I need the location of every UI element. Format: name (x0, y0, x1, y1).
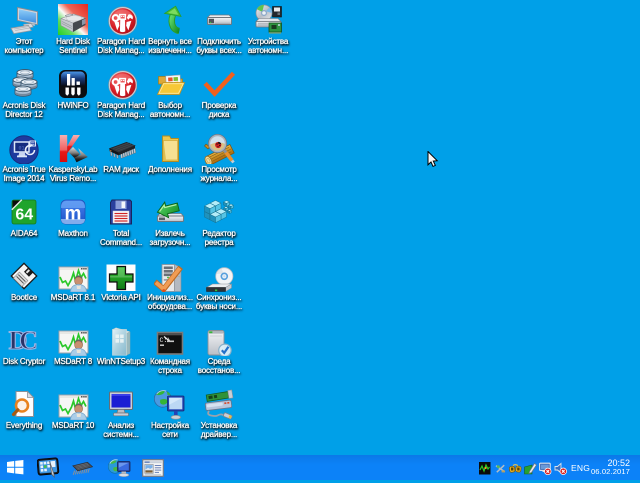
svg-text:01: 01 (19, 146, 25, 152)
